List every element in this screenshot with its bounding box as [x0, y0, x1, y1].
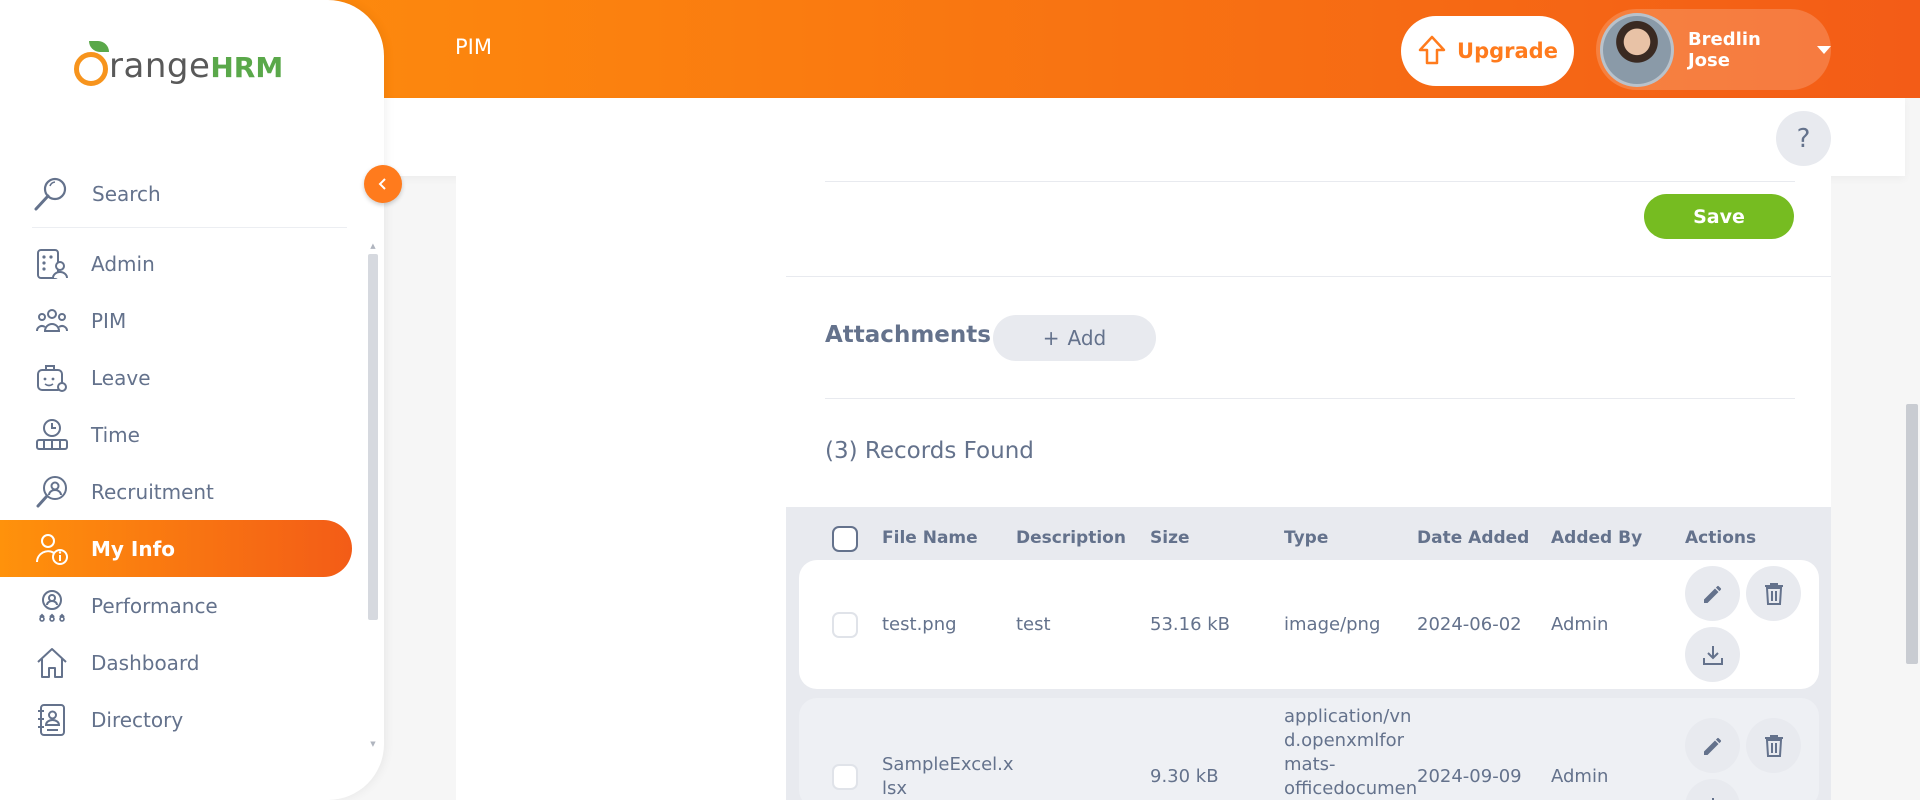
upgrade-arrow-icon: [1418, 35, 1446, 65]
sidebar-item-admin[interactable]: Admin: [0, 235, 364, 292]
my-info-icon: [34, 531, 70, 567]
orange-logo-icon: [74, 41, 109, 86]
avatar: [1600, 12, 1674, 87]
left-panel: [456, 176, 786, 800]
upgrade-button[interactable]: Upgrade: [1401, 16, 1574, 86]
row-checkbox[interactable]: [832, 612, 858, 638]
sidebar-item-directory[interactable]: Directory: [0, 691, 364, 748]
logo-text-hrm: HRM: [210, 51, 284, 84]
column-header[interactable]: Added By: [1551, 528, 1642, 548]
help-button[interactable]: ?: [1776, 111, 1831, 166]
file-name-line: SampleExcel.x: [882, 754, 1014, 775]
sidebar-item-label: Performance: [91, 593, 218, 618]
sidebar-item-dashboard[interactable]: Dashboard: [0, 634, 364, 691]
date-added-cell: 2024-09-09: [1417, 766, 1522, 787]
records-found: (3) Records Found: [825, 438, 1034, 464]
file-name-cell: test.png: [882, 614, 957, 635]
upgrade-label: Upgrade: [1457, 39, 1558, 63]
sidebar-item-label: Directory: [91, 707, 184, 732]
plus-icon: +: [1042, 326, 1060, 350]
size-cell: 53.16 kB: [1150, 614, 1231, 635]
type-line: mats-: [1284, 754, 1336, 775]
sidebar-item-my-info[interactable]: My Info: [0, 520, 352, 577]
divider: [786, 276, 1831, 277]
add-attachment-button[interactable]: + Add: [993, 315, 1156, 361]
type-cell: image/png: [1284, 614, 1381, 635]
user-menu[interactable]: Bredlin Jose: [1596, 9, 1831, 90]
type-cell: application/vn d.openxmlfor mats- office…: [1284, 705, 1417, 800]
directory-icon: [34, 702, 70, 738]
delete-button[interactable]: [1746, 718, 1801, 773]
sidebar-item-label: PIM: [91, 308, 127, 333]
sidebar-search[interactable]: Search: [32, 160, 347, 228]
edit-button[interactable]: [1685, 566, 1740, 621]
module-title: PIM: [455, 35, 492, 59]
divider: [825, 181, 1795, 182]
page-scrollbar[interactable]: [1906, 404, 1918, 664]
chevron-left-icon: [378, 178, 386, 190]
recruitment-icon: [34, 474, 70, 510]
sidebar-scrollbar[interactable]: [368, 254, 378, 620]
performance-icon: [34, 588, 70, 624]
download-icon: [1711, 797, 1714, 800]
download-button[interactable]: [1685, 627, 1740, 682]
attachments-title: Attachments: [825, 322, 991, 348]
sidebar-item-label: Leave: [91, 365, 151, 390]
sidebar-item-pim[interactable]: PIM: [0, 292, 364, 349]
trash-icon: [1764, 582, 1783, 605]
sidebar-item-label: Time: [91, 422, 140, 447]
sidebar-item-leave[interactable]: Leave: [0, 349, 364, 406]
search-icon: [34, 177, 67, 210]
collapse-sidebar-button[interactable]: [364, 165, 402, 203]
date-added-cell: 2024-06-02: [1417, 614, 1522, 635]
sidebar-item-label: Admin: [91, 251, 155, 276]
dashboard-icon: [34, 645, 70, 681]
save-button[interactable]: Save: [1644, 194, 1794, 239]
divider: [825, 398, 1795, 399]
scroll-down-arrow-icon[interactable]: ▼: [368, 740, 378, 748]
admin-icon: [34, 246, 70, 282]
pim-icon: [34, 303, 70, 339]
orangehrm-logo: range HRM: [74, 41, 284, 86]
file-name-cell: SampleExcel.x lsx: [882, 753, 1014, 800]
select-all-checkbox[interactable]: [832, 526, 858, 552]
size-cell: 9.30 kB: [1150, 766, 1219, 787]
added-by-cell: Admin: [1551, 766, 1609, 787]
type-line: officedocumen: [1284, 778, 1418, 799]
sidebar-item-time[interactable]: Time: [0, 406, 364, 463]
type-line: application/vn: [1284, 706, 1412, 727]
column-header: Actions: [1685, 528, 1757, 548]
trash-icon: [1764, 734, 1783, 757]
sidebar-item-recruitment[interactable]: Recruitment: [0, 463, 364, 520]
logo-text: range: [109, 46, 211, 86]
column-header[interactable]: Type: [1284, 528, 1328, 548]
type-line: d.openxmlfor: [1284, 730, 1405, 751]
search-label: Search: [92, 181, 161, 206]
time-icon: [34, 417, 70, 453]
sidebar-item-label: Recruitment: [91, 479, 214, 504]
delete-button[interactable]: [1746, 566, 1801, 621]
sidebar-item-label: My Info: [91, 536, 176, 561]
row-checkbox[interactable]: [832, 764, 858, 790]
user-name: Bredlin Jose: [1687, 28, 1761, 71]
caret-down-icon: [1817, 45, 1831, 54]
add-label: Add: [1067, 326, 1107, 350]
edit-button[interactable]: [1685, 718, 1740, 773]
scroll-up-arrow-icon[interactable]: ▲: [368, 242, 378, 250]
column-header[interactable]: File Name: [882, 528, 978, 548]
column-header[interactable]: Description: [1016, 528, 1126, 548]
leave-icon: [34, 360, 70, 396]
added-by-cell: Admin: [1551, 614, 1609, 635]
pencil-icon: [1703, 737, 1721, 755]
pencil-icon: [1703, 585, 1721, 603]
main-menu: Admin PIM Leave Time Recruitment My Info…: [0, 235, 364, 748]
sidebar-item-performance[interactable]: Performance: [0, 577, 364, 634]
sidebar: range HRM Search Admin PIM Leave Time Re…: [0, 0, 384, 800]
sidebar-item-label: Dashboard: [91, 650, 200, 675]
column-header[interactable]: Date Added: [1417, 528, 1529, 548]
file-name-line: lsx: [882, 778, 908, 799]
column-header[interactable]: Size: [1150, 528, 1190, 548]
description-cell: test: [1016, 614, 1051, 635]
download-icon: [1702, 645, 1723, 665]
